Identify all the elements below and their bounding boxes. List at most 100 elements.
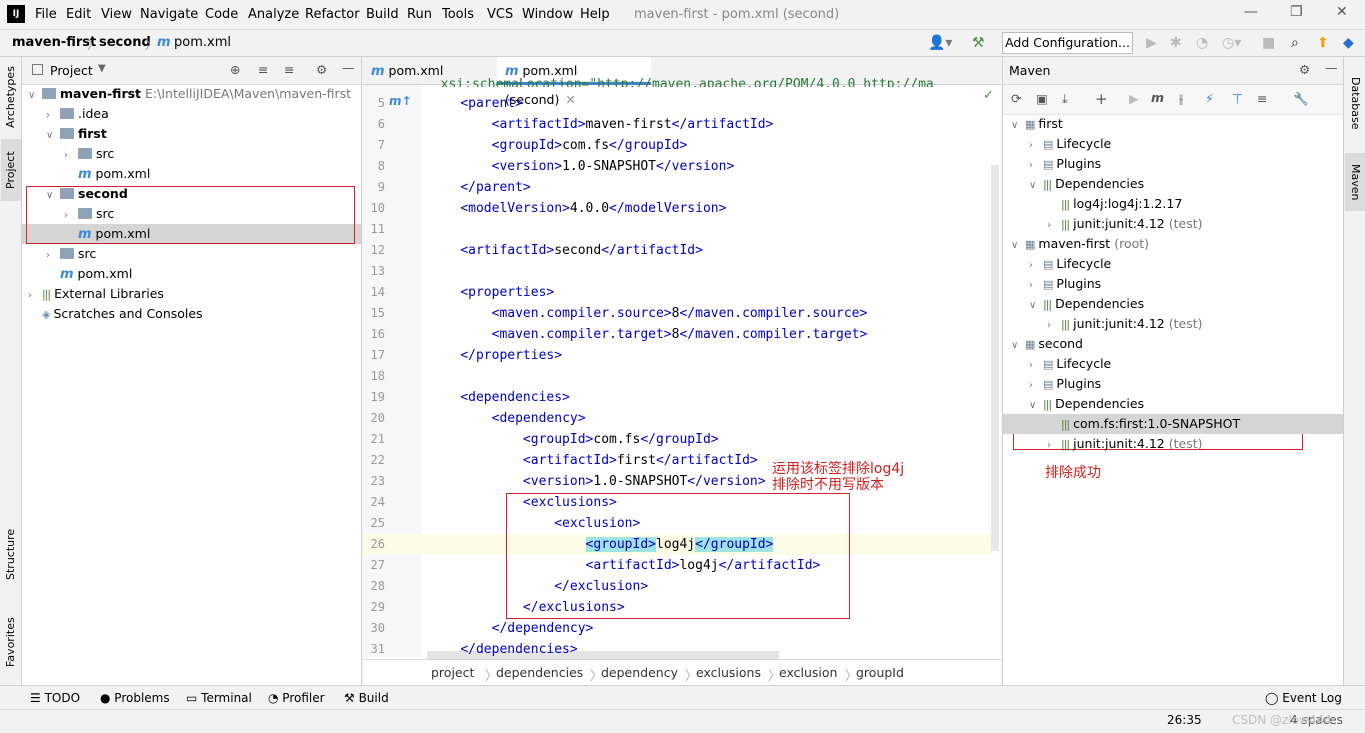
breadcrumb-groupid[interactable]: groupId — [856, 665, 904, 680]
build-tool-tab[interactable]: ⚒ Build — [344, 691, 389, 705]
hammer-icon[interactable]: ⚒ — [972, 35, 985, 51]
breadcrumb-dependencies[interactable]: dependencies — [496, 665, 583, 680]
tree-row[interactable]: ∨ maven-first E:\IntelliJIDEA\Maven\maven… — [28, 84, 351, 104]
user-icon[interactable]: 👤▾ — [928, 35, 952, 51]
chevron-down-icon[interactable]: ∨ — [1011, 116, 1025, 136]
nav-crumb-project[interactable]: maven-first — [12, 35, 96, 50]
menu-code[interactable]: Code — [205, 7, 238, 22]
maven-tree-row[interactable]: › ||| junit:junit:4.12 (test) — [1047, 434, 1203, 454]
run-icon[interactable]: ▶ — [1146, 35, 1157, 51]
maven-tree-row[interactable]: ||| log4j:log4j:1.2.17 — [1047, 194, 1182, 214]
tree-row[interactable]: m pom.xml — [78, 164, 150, 184]
maven-tool-tab[interactable]: Maven — [1345, 153, 1365, 211]
menu-build[interactable]: Build — [366, 7, 399, 22]
maven-tree-row[interactable]: › ▤ Lifecycle — [1029, 134, 1111, 154]
maven-parent-gutter-icon[interactable]: m↑ — [389, 94, 412, 108]
maven-tree-row[interactable]: › ▤ Lifecycle — [1029, 254, 1111, 274]
hide-panel-icon[interactable]: — — [342, 60, 355, 75]
menu-edit[interactable]: Edit — [66, 7, 91, 22]
maven-tree-row[interactable]: ∨ ||| Dependencies — [1029, 174, 1144, 194]
database-tool-tab[interactable]: Database — [1345, 67, 1365, 139]
maven-tree-row[interactable]: ∨ ▦ second — [1011, 334, 1083, 354]
update-icon[interactable]: ⬆ — [1317, 35, 1329, 51]
vertical-scrollbar[interactable] — [991, 165, 999, 551]
chevron-down-icon[interactable]: ∨ — [1029, 296, 1043, 316]
show-deps-icon[interactable]: ⊤ — [1232, 91, 1243, 106]
chevron-down-icon[interactable]: ∨ — [46, 186, 60, 206]
nav-crumb-file[interactable]: pom.xml — [174, 35, 231, 50]
menu-window[interactable]: Window — [522, 7, 573, 22]
minimize-icon[interactable]: — — [1244, 4, 1258, 20]
tree-row-selected[interactable]: m pom.xml — [78, 224, 150, 244]
profile-icon[interactable]: ◷▾ — [1222, 35, 1241, 51]
tree-row[interactable]: › .idea — [46, 104, 109, 124]
tree-row[interactable]: › src — [46, 244, 96, 264]
terminal-tool-tab[interactable]: ▭ Terminal — [186, 691, 252, 705]
gear-icon[interactable]: ⚙ — [316, 62, 327, 77]
chevron-right-icon[interactable]: › — [1029, 256, 1043, 276]
chevron-right-icon[interactable]: › — [28, 286, 42, 306]
menu-refactor[interactable]: Refactor — [305, 7, 360, 22]
hide-panel-icon[interactable]: — — [1325, 60, 1338, 75]
menu-view[interactable]: View — [101, 7, 132, 22]
add-configuration-button[interactable]: Add Configuration... — [1002, 32, 1133, 54]
maven-tree-row[interactable]: › ▤ Plugins — [1029, 274, 1101, 294]
download-icon[interactable]: ⤓ — [1062, 91, 1068, 107]
tree-row[interactable]: › src — [64, 144, 114, 164]
chevron-right-icon[interactable]: › — [46, 246, 60, 266]
structure-tool-tab[interactable]: Structure — [1, 519, 21, 589]
breadcrumb-project[interactable]: project — [431, 665, 474, 680]
expand-all-icon[interactable]: ≡ — [258, 62, 268, 77]
maven-goal-icon[interactable]: m — [1151, 90, 1164, 105]
menu-tools[interactable]: Tools — [442, 7, 474, 22]
problems-tool-tab[interactable]: ● Problems — [100, 691, 170, 705]
toggle-offline-icon[interactable]: ⫲ — [1179, 91, 1183, 107]
restore-icon[interactable]: ❐ — [1290, 4, 1303, 20]
chevron-right-icon[interactable]: › — [1029, 356, 1043, 376]
search-icon[interactable]: ⌕ — [1291, 35, 1299, 51]
add-folder-icon[interactable]: ▣ — [1036, 91, 1048, 106]
menu-analyze[interactable]: Analyze — [248, 7, 299, 22]
chevron-right-icon[interactable]: › — [1029, 276, 1043, 296]
breadcrumb-exclusion[interactable]: exclusion — [779, 665, 837, 680]
plugin-icon[interactable]: ◆ — [1343, 35, 1354, 51]
coverage-icon[interactable]: ◔ — [1196, 35, 1208, 51]
maven-tree-row[interactable]: ∨ ▦ maven-first (root) — [1011, 234, 1149, 254]
archetypes-tool-tab[interactable]: Archetypes — [1, 63, 21, 131]
maven-tree-row[interactable]: › ▤ Plugins — [1029, 374, 1101, 394]
tree-row[interactable]: ∨ second — [46, 184, 128, 204]
maven-tree-row[interactable]: › ▤ Plugins — [1029, 154, 1101, 174]
chevron-down-icon[interactable]: ∨ — [1011, 236, 1025, 256]
menu-vcs[interactable]: VCS — [487, 7, 513, 22]
run-icon[interactable]: ▶ — [1129, 91, 1139, 106]
maven-tree-row[interactable]: › ||| junit:junit:4.12 (test) — [1047, 214, 1203, 234]
maven-tree-row-selected[interactable]: ||| com.fs:first:1.0-SNAPSHOT — [1047, 414, 1240, 434]
tree-row[interactable]: ◈ Scratches and Consoles — [42, 304, 203, 324]
chevron-down-icon[interactable]: ∨ — [46, 126, 60, 146]
favorites-tool-tab[interactable]: Favorites — [1, 607, 21, 677]
chevron-right-icon[interactable]: › — [46, 106, 60, 126]
chevron-right-icon[interactable]: › — [1047, 216, 1061, 236]
maven-tree-row[interactable]: ∨ ▦ first — [1011, 114, 1063, 134]
project-view-selector[interactable]: Project — [50, 63, 93, 78]
collapse-all-icon[interactable]: ≡ — [1257, 91, 1267, 106]
chevron-right-icon[interactable]: › — [64, 146, 78, 166]
chevron-down-icon[interactable]: ∨ — [1011, 336, 1025, 356]
maven-tree-row[interactable]: › ||| junit:junit:4.12 (test) — [1047, 314, 1203, 334]
chevron-right-icon[interactable]: › — [1047, 436, 1061, 456]
tree-row[interactable]: m pom.xml — [60, 264, 132, 284]
locate-icon[interactable]: ⊕ — [230, 62, 240, 77]
menu-run[interactable]: Run — [407, 7, 432, 22]
maven-tree-row[interactable]: › ▤ Lifecycle — [1029, 354, 1111, 374]
menu-file[interactable]: File — [35, 7, 57, 22]
chevron-right-icon[interactable]: › — [1029, 376, 1043, 396]
chevron-down-icon[interactable]: ▼ — [98, 63, 106, 74]
stop-icon[interactable]: ■ — [1262, 35, 1275, 51]
chevron-down-icon[interactable]: ∨ — [1029, 176, 1043, 196]
menu-navigate[interactable]: Navigate — [140, 7, 198, 22]
caret-position[interactable]: 26:35 — [1167, 713, 1202, 727]
tree-row[interactable]: ∨ first — [46, 124, 107, 144]
chevron-right-icon[interactable]: › — [64, 206, 78, 226]
debug-icon[interactable]: ✱ — [1170, 35, 1182, 51]
todo-tool-tab[interactable]: ☰ TODO — [30, 691, 80, 705]
